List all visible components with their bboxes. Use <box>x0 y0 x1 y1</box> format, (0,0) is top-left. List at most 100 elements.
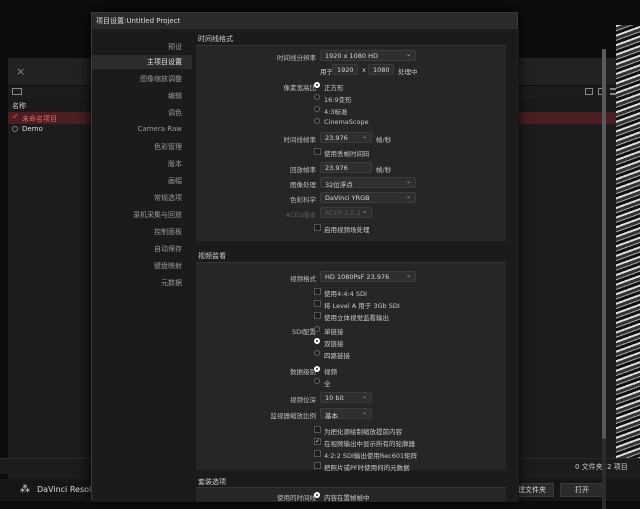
view-toggle-grid-icon[interactable] <box>585 88 593 95</box>
optimize-opt-1-radio[interactable] <box>314 492 320 498</box>
section-timeline-format: 时间线格式 <box>198 35 233 43</box>
resolution-dropdown[interactable]: 1920 x 1080 HD ⌄ <box>320 50 416 61</box>
chevron-down-icon: ⌄ <box>361 409 367 416</box>
section-optimize: 套装选项 <box>198 478 226 486</box>
close-icon[interactable]: × <box>16 65 25 78</box>
label-video-format: 视频格式 <box>290 275 316 283</box>
chevron-down-icon: ⌄ <box>361 133 367 140</box>
par-cinemascope-radio[interactable] <box>314 118 320 124</box>
chevron-down-icon: ⌄ <box>361 393 367 400</box>
sidebar-item-color-management[interactable]: 色彩管理 <box>92 142 182 152</box>
section-video-monitoring: 视频监看 <box>198 252 226 260</box>
label-timeline-fps: 时间线帧率 <box>283 136 317 144</box>
dropframe-checkbox[interactable] <box>314 148 321 155</box>
extra-option-1-checkbox[interactable] <box>314 426 321 433</box>
levela-label: 将 Level A 用于 3Gb SDI <box>324 302 400 310</box>
sidebar-item-auto-save[interactable]: 自动保存 <box>92 244 182 254</box>
range-video-label: 视频 <box>324 368 337 376</box>
sidebar-item-camera-raw[interactable]: Camera Raw <box>92 125 182 133</box>
extra-option-2-checkbox[interactable]: ✓ <box>314 438 321 445</box>
sidebar-item-versions[interactable]: 版本 <box>92 159 182 169</box>
scrollbar-thumb[interactable] <box>602 49 606 439</box>
height-field[interactable]: 1080 <box>368 64 394 75</box>
sdi-single-radio[interactable] <box>314 326 320 332</box>
fps-value: 23.976 <box>325 134 348 142</box>
sdi-dual-radio[interactable] <box>314 338 320 344</box>
dialog-title: 项目设置:Untitled Project <box>92 13 517 29</box>
range-video-radio[interactable] <box>314 366 320 372</box>
par-square-label: 正方形 <box>324 84 344 92</box>
optimize-panel: 使用的时间线 内容在置帧帧中 <box>196 487 506 502</box>
label-pixel-aspect: 像素宽高比 <box>283 84 317 92</box>
par-43-radio[interactable] <box>314 106 320 112</box>
chevron-down-icon: ⌄ <box>405 193 411 200</box>
sdi-quad-radio[interactable] <box>314 350 320 356</box>
sidebar-item-image-scaling[interactable]: 图像缩放调整 <box>92 74 182 84</box>
label-monitor-scaling: 监视器缩放比例 <box>270 412 317 420</box>
settings-content: 时间线格式 时间线分辨率 1920 x 1080 HD ⌄ 用于 1920 x 1… <box>192 29 606 509</box>
video-format-value: HD 1080PsF 23.976 <box>325 273 390 281</box>
stereo-label: 使用立体视觉监看输出 <box>324 314 389 322</box>
par-169-label: 16:9变形 <box>324 96 352 104</box>
label-bit-depth: 视频位深 <box>290 396 316 404</box>
resolution-value: 1920 x 1080 HD <box>325 52 379 60</box>
video-monitoring-panel: 视频格式 HD 1080PsF 23.976 ⌄ 使用4:4:4 SDI 将 Le… <box>196 262 506 472</box>
settings-sidebar: 预设 主项目设置 图像缩放调整 编辑 调色 Camera Raw 色彩管理 版本… <box>92 29 192 502</box>
project-icon <box>12 126 18 132</box>
sdi444-label: 使用4:4:4 SDI <box>324 290 367 298</box>
open-button[interactable]: 打开 <box>560 483 604 497</box>
extra-option-3-label: 4:2:2 SDI输出使用Rec601矩阵 <box>324 452 418 460</box>
sdi444-checkbox[interactable] <box>314 288 321 295</box>
project-item-demo[interactable]: Demo <box>22 125 43 133</box>
sidebar-item-master-settings[interactable]: 主项目设置 <box>92 55 192 69</box>
sidebar-item-control-panels[interactable]: 控制面板 <box>92 227 182 237</box>
sidebar-item-keyboard[interactable]: 键盘映射 <box>92 261 182 271</box>
range-full-label: 全 <box>324 380 331 388</box>
sidebar-item-presets[interactable]: 预设 <box>92 42 182 52</box>
bit-depth-dropdown[interactable]: 10 bit ⌄ <box>320 392 372 403</box>
processing-dropdown[interactable]: 32位浮点 ⌄ <box>320 177 416 189</box>
playback-fps-field[interactable]: 23.976 <box>320 162 372 173</box>
range-full-radio[interactable] <box>314 378 320 384</box>
extra-option-4-label: 把照片或PF时使用何的元数据 <box>324 464 410 472</box>
color-science-value: DaVinci YRGB <box>325 194 370 202</box>
video-field-checkbox[interactable] <box>314 224 321 231</box>
monitor-icon[interactable] <box>12 88 22 95</box>
column-name: 名称 <box>12 102 26 110</box>
levela-checkbox[interactable] <box>314 300 321 307</box>
label-image-processing: 图像处理 <box>290 181 316 189</box>
label-processing: 处理中 <box>398 68 418 76</box>
par-169-radio[interactable] <box>314 94 320 100</box>
sidebar-item-metadata[interactable]: 元数据 <box>92 278 182 288</box>
sidebar-item-general[interactable]: 常规选项 <box>92 193 182 203</box>
fps-dropdown[interactable]: 23.976 ⌄ <box>320 132 372 143</box>
label-sdi-config: SDI配置 <box>291 328 316 336</box>
extra-option-3-checkbox[interactable] <box>314 450 321 457</box>
times-sign: x <box>362 66 366 74</box>
chevron-down-icon: ⌄ <box>361 208 367 215</box>
sidebar-item-frame[interactable]: 画幅 <box>92 176 182 186</box>
par-43-label: 4:3标准 <box>324 108 348 116</box>
stereo-checkbox[interactable] <box>314 312 321 319</box>
extra-option-4-checkbox[interactable] <box>314 462 321 469</box>
par-square-radio[interactable] <box>314 82 320 88</box>
bit-depth-value: 10 bit <box>325 394 344 402</box>
sidebar-item-editing[interactable]: 编辑 <box>92 91 182 101</box>
check-icon: ✔ <box>12 112 19 121</box>
playback-unit: 帧/秒 <box>376 166 392 174</box>
sdi-quad-label: 四路链接 <box>324 352 350 360</box>
video-format-dropdown[interactable]: HD 1080PsF 23.976 ⌄ <box>320 271 416 282</box>
label-resolution: 时间线分辨率 <box>277 54 316 62</box>
sdi-dual-label: 双链接 <box>324 340 344 348</box>
project-item-untitled[interactable]: 未命名项目 <box>22 114 57 124</box>
monitor-scaling-dropdown[interactable]: 基本 ⌄ <box>320 408 372 420</box>
color-science-dropdown[interactable]: DaVinci YRGB ⌄ <box>320 192 416 203</box>
sidebar-item-capture-playback[interactable]: 录机采集与回放 <box>92 210 182 220</box>
extra-option-2-label: 在视频输出中显示所有的轮廓器 <box>324 440 415 448</box>
width-field[interactable]: 1920 <box>332 64 358 75</box>
aces-dropdown[interactable]: ACES 1.0.2 ⌄ <box>320 207 372 218</box>
sidebar-item-color[interactable]: 调色 <box>92 108 182 118</box>
processing-value: 32位浮点 <box>325 181 353 189</box>
timeline-format-panel: 时间线分辨率 1920 x 1080 HD ⌄ 用于 1920 x 1080 处理… <box>196 45 506 241</box>
monitor-scaling-value: 基本 <box>325 412 338 420</box>
